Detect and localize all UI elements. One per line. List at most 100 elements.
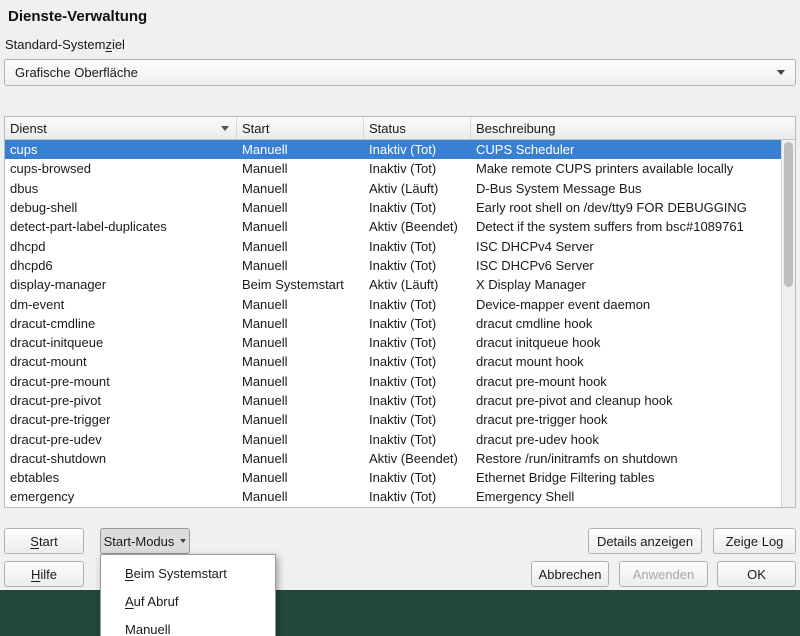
table-row[interactable]: detect-part-label-duplicates Manuell Aktiv… <box>5 217 781 236</box>
start-button[interactable]: Start <box>4 528 84 554</box>
cell-start: Manuell <box>242 180 288 196</box>
system-target-combobox[interactable]: Grafische Oberfläche <box>4 59 796 86</box>
cell-service: dracut-pre-mount <box>10 373 110 389</box>
cell-service: dm-event <box>10 296 65 312</box>
table-row[interactable]: ebtables Manuell Inaktiv (Tot) Ethernet Bri… <box>5 468 781 487</box>
cell-status: Inaktiv (Tot) <box>369 373 437 389</box>
cell-start: Manuell <box>242 412 288 428</box>
table-row[interactable]: emergency Manuell Inaktiv (Tot) Emergency S… <box>5 487 781 506</box>
show-log-button[interactable]: Zeige Log <box>713 528 796 554</box>
menu-item-label: eim Systemstart <box>133 565 227 581</box>
apply-button[interactable]: Anwenden <box>619 561 708 587</box>
cell-start: Manuell <box>242 354 288 370</box>
show-details-button[interactable]: Details anzeigen <box>588 528 702 554</box>
cell-service: dracut-shutdown <box>10 450 107 466</box>
cell-description: X Display Manager <box>476 277 586 293</box>
menu-item-label: anuell <box>135 621 171 636</box>
cell-status: Inaktiv (Tot) <box>369 354 437 370</box>
cell-service: dracut-cmdline <box>10 315 96 331</box>
table-row[interactable]: dracut-cmdline Manuell Inaktiv (Tot) dracut… <box>5 314 781 333</box>
cell-service: dhcpd <box>10 238 46 254</box>
ok-button[interactable]: OK <box>717 561 796 587</box>
column-header-beschreibung[interactable]: Beschreibung <box>471 117 795 139</box>
cell-status: Inaktiv (Tot) <box>369 431 437 447</box>
cell-status: Aktiv (Läuft) <box>369 180 439 196</box>
table-row[interactable]: dbus Manuell Aktiv (Läuft) D-Bus System Mes… <box>5 179 781 198</box>
cell-description: Device-mapper event daemon <box>476 296 651 312</box>
vertical-scrollbar[interactable] <box>781 140 795 507</box>
cell-description: dracut pre-udev hook <box>476 431 599 447</box>
table-row[interactable]: dracut-pre-udev Manuell Inaktiv (Tot) dracu… <box>5 429 781 448</box>
menu-item-mnemonic: A <box>125 593 134 609</box>
services-manager-dialog: Dienste-Verwaltung Standard-Systemziel G… <box>0 0 800 590</box>
column-header-dienst[interactable]: Dienst <box>5 117 237 139</box>
table-row[interactable]: dracut-initqueue Manuell Inaktiv (Tot) drac… <box>5 333 781 352</box>
cell-service: cups <box>10 142 38 158</box>
cell-status: Inaktiv (Tot) <box>369 315 437 331</box>
label-text: Standard-System <box>5 37 106 52</box>
cell-start: Manuell <box>242 431 288 447</box>
table-row[interactable]: debug-shell Manuell Inaktiv (Tot) Early roo… <box>5 198 781 217</box>
column-header-start[interactable]: Start <box>237 117 364 139</box>
table-row[interactable]: dhcpd6 Manuell Inaktiv (Tot) ISC DHCPv6 Ser… <box>5 256 781 275</box>
button-label: Start-Modus <box>103 533 175 549</box>
cell-service: cups-browsed <box>10 161 91 177</box>
cell-status: Aktiv (Läuft) <box>369 277 439 293</box>
table-row[interactable]: cups-browsed Manuell Inaktiv (Tot) Make rem… <box>5 159 781 178</box>
table-row[interactable]: dracut-pre-mount Manuell Inaktiv (Tot) drac… <box>5 372 781 391</box>
cell-description: ISC DHCPv4 Server <box>476 238 594 254</box>
cell-status: Inaktiv (Tot) <box>369 335 437 351</box>
button-label: ilfe <box>40 566 57 582</box>
menu-item-mnemonic: B <box>125 565 134 581</box>
table-row[interactable]: dracut-shutdown Manuell Aktiv (Beendet) Res… <box>5 449 781 468</box>
cell-service: detect-part-label-duplicates <box>10 219 167 235</box>
help-button[interactable]: Hilfe <box>4 561 84 587</box>
menu-item[interactable]: Beim Systemstart <box>101 559 275 587</box>
default-system-target-label: Standard-Systemziel <box>5 37 125 52</box>
table-row[interactable]: cups Manuell Inaktiv (Tot) CUPS Scheduler <box>5 140 781 160</box>
cell-status: Inaktiv (Tot) <box>369 200 437 216</box>
table-row[interactable]: dracut-pre-trigger Manuell Inaktiv (Tot) dr… <box>5 410 781 429</box>
cell-description: Ethernet Bridge Filtering tables <box>476 470 655 486</box>
table-row[interactable]: dracut-mount Manuell Inaktiv (Tot) dracut m… <box>5 352 781 371</box>
cell-status: Aktiv (Beendet) <box>369 219 458 235</box>
cell-start: Manuell <box>242 200 288 216</box>
button-label: H <box>30 566 41 582</box>
cell-start: Manuell <box>242 489 288 505</box>
table-row[interactable]: display-manager Beim Systemstart Aktiv (Lä… <box>5 275 781 294</box>
menu-item[interactable]: Manuell <box>101 615 275 636</box>
scrollbar-thumb[interactable] <box>784 142 793 287</box>
column-header-label: Beschreibung <box>476 120 556 136</box>
cell-service: dracut-mount <box>10 354 87 370</box>
button-label: S <box>30 533 39 549</box>
table-header: Dienst Start Status Beschreibung <box>5 117 795 140</box>
cell-status: Inaktiv (Tot) <box>369 238 437 254</box>
cell-status: Aktiv (Beendet) <box>369 450 458 466</box>
menu-item-label: uf Abruf <box>133 593 179 609</box>
cell-service: ebtables <box>10 470 60 486</box>
table-row[interactable]: dracut-pre-pivot Manuell Inaktiv (Tot) drac… <box>5 391 781 410</box>
table-row[interactable]: dm-event Manuell Inaktiv (Tot) Device-mappe… <box>5 294 781 313</box>
menu-item-mnemonic: M <box>125 621 136 636</box>
cell-status: Inaktiv (Tot) <box>369 470 437 486</box>
column-header-status[interactable]: Status <box>364 117 471 139</box>
cell-start: Manuell <box>242 296 288 312</box>
cell-start: Manuell <box>242 393 288 408</box>
cell-description: dracut cmdline hook <box>476 315 593 331</box>
start-mode-button[interactable]: Start-Modus <box>100 528 190 554</box>
cell-description: ISC DHCPv6 Server <box>476 257 594 273</box>
cell-description: Early root shell on /dev/tty9 FOR DEBUGG… <box>476 200 747 216</box>
page-title: Dienste-Verwaltung <box>8 8 148 25</box>
cell-start: Manuell <box>242 142 288 158</box>
cell-start: Manuell <box>242 315 288 331</box>
menu-item[interactable]: Auf Abruf <box>101 587 275 615</box>
cell-description: dracut mount hook <box>476 354 584 370</box>
cancel-button[interactable]: Abbrechen <box>531 561 609 587</box>
button-label: tart <box>38 533 58 549</box>
cell-service: dracut-pre-pivot <box>10 393 102 408</box>
cell-description: dracut pre-mount hook <box>476 373 607 389</box>
column-header-label: Dienst <box>10 120 47 136</box>
cell-service: dbus <box>10 180 39 196</box>
table-row[interactable]: dhcpd Manuell Inaktiv (Tot) ISC DHCPv4 Serv… <box>5 236 781 255</box>
cell-start: Manuell <box>242 335 288 351</box>
